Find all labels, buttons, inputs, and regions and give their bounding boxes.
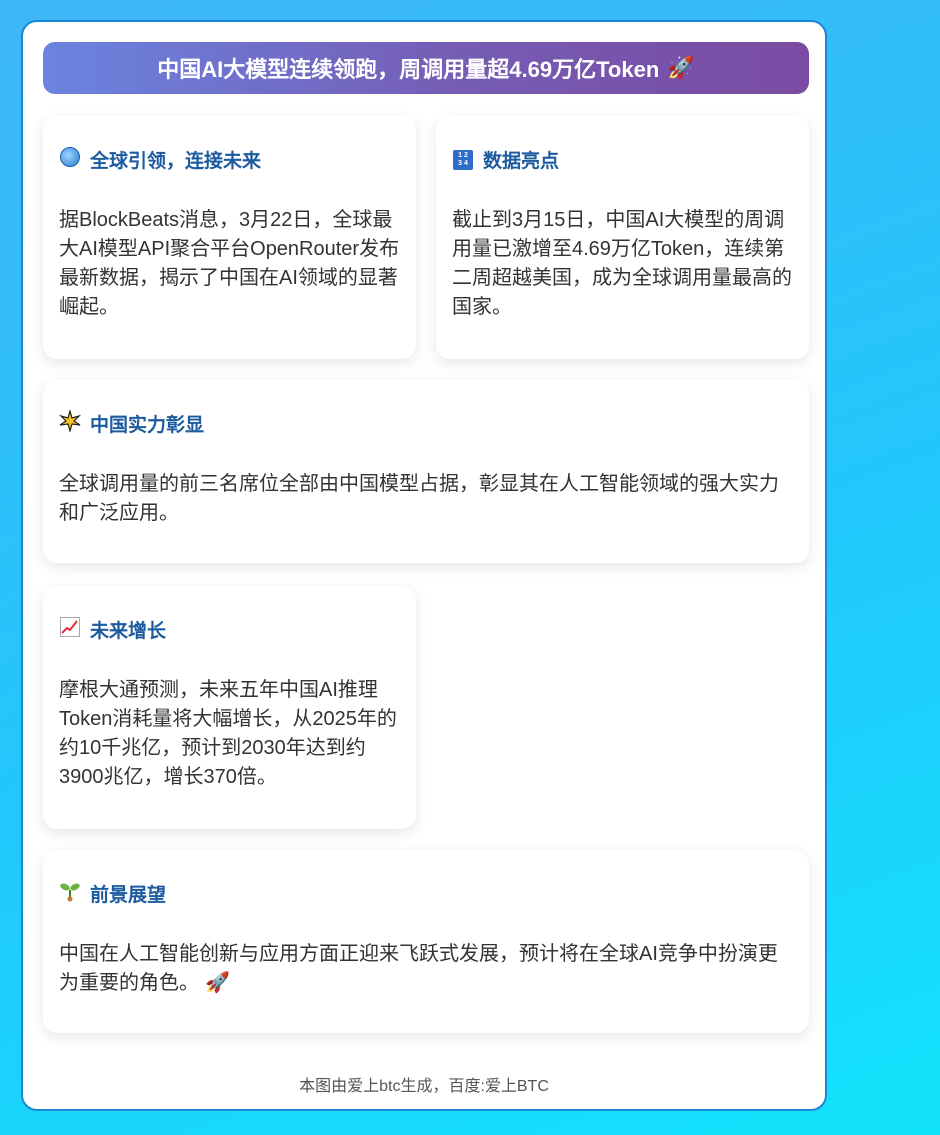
section-china-strength: 中国实力彰显 全球调用量的前三名席位全部由中国模型占据，彰显其在人工智能领域的强… (43, 380, 809, 563)
infographic-card: 中国AI大模型连续领跑，周调用量超4.69万亿Token 🚀 全球引领，连接未来… (21, 20, 827, 1111)
banner-title: 中国AI大模型连续领跑，周调用量超4.69万亿Token (157, 57, 660, 82)
section-data-highlights: 1 23 4 数据亮点 截止到3月15日，中国AI大模型的周调用量已激增至4.6… (436, 116, 809, 359)
section-heading: 未来增长 (59, 616, 166, 643)
section-heading: 中国实力彰显 (58, 408, 205, 437)
globe-icon (59, 147, 81, 172)
section-future-growth: 未来增长 摩根大通预测，未来五年中国AI推理Token消耗量将大幅增长，从202… (43, 586, 416, 829)
section-body: 中国在人工智能创新与应用方面正迎来飞跃式发展，预计将在全球AI竞争中扮演更为重要… (59, 940, 795, 998)
numbers-icon: 1 23 4 (452, 149, 474, 170)
section-heading-text: 前景展望 (90, 885, 167, 906)
rocket-icon: 🚀 (667, 55, 695, 80)
section-heading: 1 23 4 数据亮点 (452, 146, 559, 173)
footer-credit: 本图由爱上btc生成，百度:爱上BTC (299, 1078, 549, 1095)
section-body-text: 中国在人工智能创新与应用方面正迎来飞跃式发展，预计将在全球AI竞争中扮演更为重要… (59, 943, 778, 994)
chart-increasing-icon (59, 617, 81, 642)
section-body: 全球调用量的前三名席位全部由中国模型占据，彰显其在人工智能领域的强大实力和广泛应… (59, 473, 779, 524)
section-heading: 前景展望 (59, 880, 166, 907)
section-heading-text: 数据亮点 (483, 151, 560, 172)
section-body: 摩根大通预测，未来五年中国AI推理Token消耗量将大幅增长，从2025年的约1… (59, 679, 397, 788)
sparkle-icon (58, 408, 82, 437)
title-banner: 中国AI大模型连续领跑，周调用量超4.69万亿Token 🚀 (43, 42, 809, 94)
section-outlook: 前景展望 中国在人工智能创新与应用方面正迎来飞跃式发展，预计将在全球AI竞争中扮… (43, 850, 809, 1033)
section-body: 截止到3月15日，中国AI大模型的周调用量已激增至4.69万亿Token，连续第… (452, 209, 792, 318)
rocket-icon: 🚀 (205, 972, 230, 994)
section-heading-text: 全球引领，连接未来 (90, 151, 262, 172)
section-heading-text: 中国实力彰显 (90, 415, 205, 436)
section-heading: 全球引领，连接未来 (59, 146, 261, 173)
section-body: 据BlockBeats消息，3月22日，全球最大AI模型API聚合平台OpenR… (59, 209, 400, 318)
section-heading-text: 未来增长 (90, 621, 167, 642)
section-global-leadership: 全球引领，连接未来 据BlockBeats消息，3月22日，全球最大AI模型AP… (43, 116, 416, 359)
seedling-icon (59, 880, 81, 907)
